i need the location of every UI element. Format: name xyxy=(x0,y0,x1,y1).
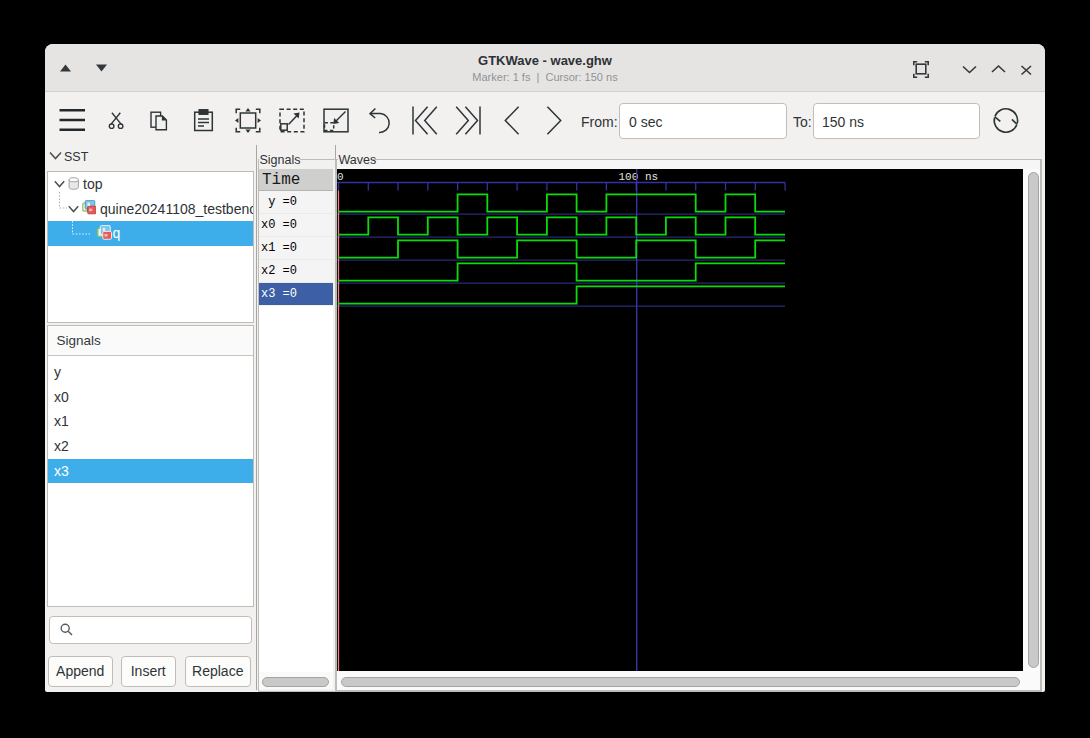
svg-text:0: 0 xyxy=(337,171,344,183)
svg-text:100 ns: 100 ns xyxy=(619,171,659,183)
